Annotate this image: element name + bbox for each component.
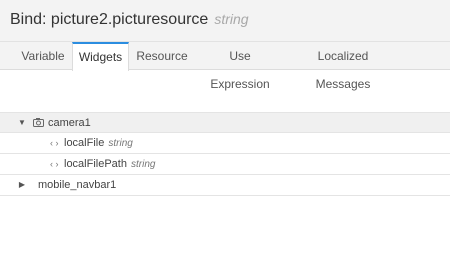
tab-widgets[interactable]: Widgets xyxy=(72,42,129,71)
caret-right-icon[interactable]: ▶ xyxy=(17,175,27,195)
tab-bar: Variable Widgets Resource Use Expression… xyxy=(0,42,450,91)
tree-item-localfile[interactable]: ‹ › localFile string xyxy=(0,133,450,154)
bind-target: Bind: picture2.picturesource xyxy=(10,11,209,28)
camera-icon xyxy=(33,113,44,133)
code-brackets-icon: ‹ › xyxy=(50,159,59,169)
code-brackets-icon: ‹ › xyxy=(50,138,59,148)
bind-type: string xyxy=(214,11,249,27)
widget-tree: ▼ camera1 ‹ › localFile string ‹ › localF… xyxy=(0,112,450,196)
tree-item-label: mobile_navbar1 xyxy=(38,179,117,191)
tree-item-label: localFile string xyxy=(64,137,133,149)
tab-variable[interactable]: Variable xyxy=(14,42,72,70)
tree-item-mobile-navbar1[interactable]: ▶ mobile_navbar1 xyxy=(0,175,450,196)
property-type: string xyxy=(130,159,156,170)
tree-item-label: camera1 xyxy=(48,117,91,129)
tree-item-localfilepath[interactable]: ‹ › localFilePath string xyxy=(0,154,450,175)
caret-down-icon[interactable]: ▼ xyxy=(17,113,27,133)
tab-localized-messages[interactable]: Localized Messages xyxy=(290,42,396,91)
dialog-header: Bind: picture2.picturesource string xyxy=(0,0,450,42)
property-type: string xyxy=(108,138,133,149)
bind-title: Bind: picture2.picturesource string xyxy=(10,11,249,29)
tab-use-expression[interactable]: Use Expression xyxy=(198,42,282,91)
tree-item-label: localFilePath string xyxy=(64,158,156,170)
tab-resource[interactable]: Resource xyxy=(134,42,190,70)
tree-item-camera1[interactable]: ▼ camera1 xyxy=(0,112,450,133)
